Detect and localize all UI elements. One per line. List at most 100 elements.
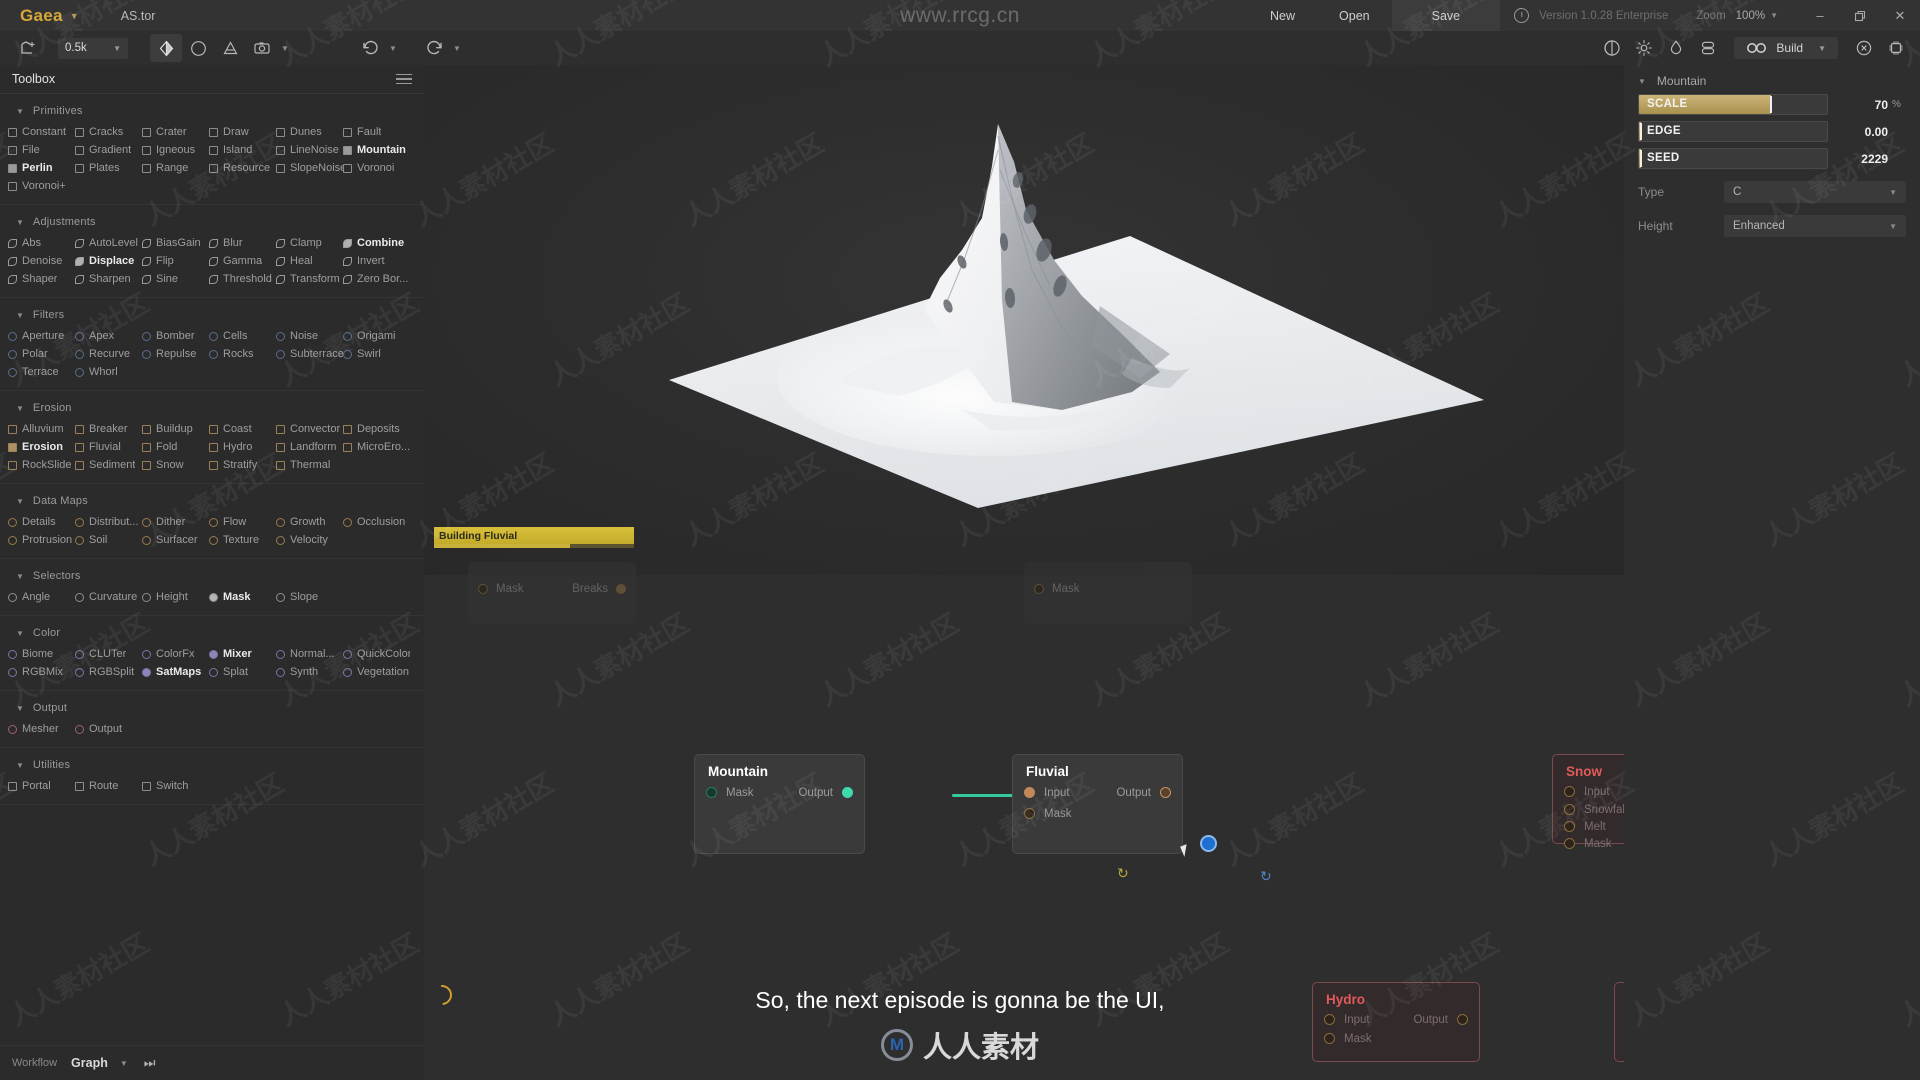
resolution-dropdown[interactable]: 0.5k ▼ <box>58 37 128 59</box>
slider-value[interactable]: 70 <box>1828 98 1888 112</box>
toolbox-item-range[interactable]: Range <box>142 159 209 177</box>
port-dot-icon[interactable] <box>1564 786 1575 797</box>
toolbox-item-island[interactable]: Island <box>209 141 276 159</box>
toolbox-item-mesher[interactable]: Mesher <box>8 720 75 738</box>
toolbox-item-biome[interactable]: Biome <box>8 645 75 663</box>
toolbox-item-igneous[interactable]: Igneous <box>142 141 209 159</box>
toolbox-item-splat[interactable]: Splat <box>209 663 276 681</box>
toolbox-item-voronoi[interactable]: Voronoi+ <box>8 177 75 195</box>
port-dot-icon[interactable] <box>1024 787 1035 798</box>
toolbox-item-velocity[interactable]: Velocity <box>276 531 343 549</box>
toolbox-menu-icon[interactable] <box>396 71 412 88</box>
water-drop-icon[interactable] <box>1660 34 1692 62</box>
toolbox-item-blur[interactable]: Blur <box>209 234 276 252</box>
port-mountain-output[interactable]: Output <box>798 787 853 799</box>
properties-group-header[interactable]: ▼ Mountain <box>1624 64 1920 94</box>
toolbox-item-output[interactable]: Output <box>75 720 142 738</box>
node-snow[interactable]: Snow Input Output Snowfall <box>1552 754 1624 850</box>
toolbox-item-denoise[interactable]: Denoise <box>8 252 75 270</box>
build-button[interactable]: Build ▼ <box>1734 37 1838 59</box>
toolbox-item-rgbsplit[interactable]: RGBSplit <box>75 663 142 681</box>
toolbox-item-autolevel[interactable]: AutoLevel <box>75 234 142 252</box>
slider-knob[interactable] <box>1639 123 1642 140</box>
gpu-settings-icon[interactable] <box>1880 34 1912 62</box>
moon-phase-icon[interactable] <box>1596 34 1628 62</box>
category-header[interactable]: ▼ Data Maps <box>0 490 424 513</box>
port-fluvial-output[interactable]: Output <box>1116 787 1171 799</box>
toolbox-item-rockslide[interactable]: RockSlide <box>8 456 75 474</box>
node-fluvial[interactable]: Fluvial Input Output Mask <box>1012 754 1183 854</box>
toolbox-item-surfacer[interactable]: Surfacer <box>142 531 209 549</box>
slider-seed[interactable]: SEED <box>1638 148 1828 169</box>
category-header[interactable]: ▼ Filters <box>0 304 424 327</box>
toolbox-item-distribut[interactable]: Distribut... <box>75 513 142 531</box>
toolbox-item-rgbmix[interactable]: RGBMix <box>8 663 75 681</box>
toolbox-item-rocks[interactable]: Rocks <box>209 345 276 363</box>
export-icon[interactable] <box>12 34 44 62</box>
toolbox-item-quickcolor[interactable]: QuickColor <box>343 645 410 663</box>
toolbox-item-hydro[interactable]: Hydro <box>209 438 276 456</box>
toolbox-item-convector[interactable]: Convector <box>276 420 343 438</box>
toolbox-item-slopenoise[interactable]: SlopeNoise <box>276 159 343 177</box>
port-dot-icon[interactable] <box>1564 838 1575 849</box>
toolbox-item-soil[interactable]: Soil <box>75 531 142 549</box>
toolbox-item-cluter[interactable]: CLUTer <box>75 645 142 663</box>
port-dot-icon[interactable] <box>706 787 717 798</box>
toolbox-item-portal[interactable]: Portal <box>8 777 75 795</box>
port-snow-snowfall[interactable]: Snowfall <box>1564 804 1624 816</box>
camera-options-chevron-icon[interactable]: ▼ <box>278 44 292 53</box>
toolbox-item-bomber[interactable]: Bomber <box>142 327 209 345</box>
toolbox-item-sharpen[interactable]: Sharpen <box>75 270 142 288</box>
toolbox-item-alluvium[interactable]: Alluvium <box>8 420 75 438</box>
toolbox-item-snow[interactable]: Snow <box>142 456 209 474</box>
toolbox-item-file[interactable]: File <box>8 141 75 159</box>
toolbox-item-constant[interactable]: Constant <box>8 123 75 141</box>
toolbox-item-dunes[interactable]: Dunes <box>276 123 343 141</box>
toolbox-item-erosion[interactable]: Erosion <box>8 438 75 456</box>
toolbox-item-draw[interactable]: Draw <box>209 123 276 141</box>
compass-icon[interactable] <box>182 34 214 62</box>
toolbox-item-growth[interactable]: Growth <box>276 513 343 531</box>
layers-stack-icon[interactable] <box>1692 34 1724 62</box>
node-selection-badge-icon[interactable] <box>1200 835 1217 852</box>
category-header[interactable]: ▼ Output <box>0 697 424 720</box>
toolbox-item-gradient[interactable]: Gradient <box>75 141 142 159</box>
toolbox-item-cells[interactable]: Cells <box>209 327 276 345</box>
toolbox-item-perlin[interactable]: Perlin <box>8 159 75 177</box>
cancel-build-icon[interactable] <box>1848 34 1880 62</box>
toolbox-item-transform[interactable]: Transform <box>276 270 343 288</box>
toolbox-item-details[interactable]: Details <box>8 513 75 531</box>
toolbox-item-mountain[interactable]: Mountain <box>343 141 410 159</box>
toolbox-item-abs[interactable]: Abs <box>8 234 75 252</box>
port-snow-melt[interactable]: Melt <box>1564 821 1606 833</box>
toolbox-item-mixer[interactable]: Mixer <box>209 645 276 663</box>
toolbox-item-curvature[interactable]: Curvature <box>75 588 142 606</box>
toolbox-item-occlusion[interactable]: Occlusion <box>343 513 410 531</box>
category-header[interactable]: ▼ Utilities <box>0 754 424 777</box>
toolbox-item-crater[interactable]: Crater <box>142 123 209 141</box>
undo-history-chevron-icon[interactable]: ▼ <box>386 44 400 53</box>
toolbox-item-noise[interactable]: Noise <box>276 327 343 345</box>
toolbox-item-fold[interactable]: Fold <box>142 438 209 456</box>
toolbox-item-slope[interactable]: Slope <box>276 588 343 606</box>
toolbox-item-buildup[interactable]: Buildup <box>142 420 209 438</box>
toolbox-item-linenoise[interactable]: LineNoise <box>276 141 343 159</box>
toolbox-item-apex[interactable]: Apex <box>75 327 142 345</box>
sun-brightness-icon[interactable] <box>1628 34 1660 62</box>
toolbox-item-biasgain[interactable]: BiasGain <box>142 234 209 252</box>
toolbox-item-angle[interactable]: Angle <box>8 588 75 606</box>
toolbox-item-repulse[interactable]: Repulse <box>142 345 209 363</box>
slider-scale[interactable]: SCALE <box>1638 94 1828 115</box>
toolbox-item-sediment[interactable]: Sediment <box>75 456 142 474</box>
toolbox-item-zero-bor[interactable]: Zero Bor... <box>343 270 410 288</box>
toolbox-item-subterrace[interactable]: Subterrace <box>276 345 343 363</box>
terrain-view-icon[interactable] <box>150 34 182 62</box>
category-header[interactable]: ▼ Selectors <box>0 565 424 588</box>
combo-height[interactable]: Enhanced ▼ <box>1724 215 1906 237</box>
ghost-node-mask[interactable]: Mask <box>1024 562 1192 624</box>
port-dot-icon[interactable] <box>1160 787 1171 798</box>
toolbox-item-threshold[interactable]: Threshold <box>209 270 276 288</box>
slider-edge[interactable]: EDGE <box>1638 121 1828 142</box>
port-dot-breaks[interactable] <box>616 584 626 594</box>
toolbox-item-shaper[interactable]: Shaper <box>8 270 75 288</box>
